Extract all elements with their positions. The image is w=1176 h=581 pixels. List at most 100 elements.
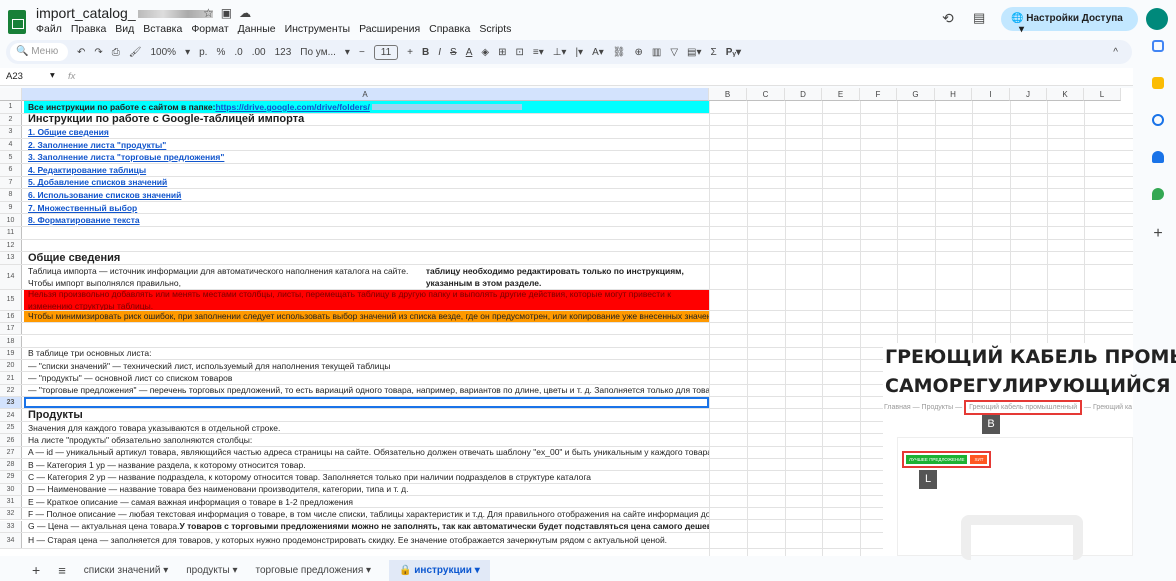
cell-a8[interactable]: 6. Использование списков значений <box>24 189 709 201</box>
increase-decimal-button[interactable]: .00 <box>252 47 266 58</box>
zoom-select[interactable]: 100% <box>150 47 176 58</box>
cell-a13[interactable]: Общие сведения <box>24 252 709 264</box>
row-header[interactable]: 30 <box>0 483 22 495</box>
cell-a22[interactable]: — "торговые предложения" — перечень торг… <box>24 385 709 396</box>
fill-color-icon[interactable]: ◈ <box>481 47 489 58</box>
comment-icon[interactable]: ⊕ <box>634 47 642 58</box>
toc-link[interactable]: 4. Редактирование таблицы <box>28 165 146 175</box>
cell-a21[interactable]: — "продукты" — основной лист со списком … <box>24 372 709 383</box>
cloud-icon[interactable]: ☁ <box>239 6 258 20</box>
percent-button[interactable]: % <box>216 47 225 58</box>
font-size-decrease[interactable]: − <box>359 47 365 58</box>
cell-a16[interactable]: Чтобы минимизировать риск ошибок, при за… <box>24 310 709 323</box>
row-header[interactable]: 23 <box>0 397 22 409</box>
keep-icon[interactable] <box>1152 77 1164 89</box>
menu-insert[interactable]: Вставка <box>143 23 182 35</box>
cell-a4[interactable]: 2. Заполнение листа "продукты" <box>24 139 709 151</box>
merge-icon[interactable]: ⊡ <box>515 47 523 58</box>
sheet-tab-instructions[interactable]: 🔒 инструкции ▾ <box>389 559 490 581</box>
cell-a5[interactable]: 3. Заполнение листа "торговые предложени… <box>24 151 709 163</box>
undo-icon[interactable]: ↶ <box>77 47 85 58</box>
menu-tools[interactable]: Инструменты <box>285 23 350 35</box>
calendar-icon[interactable] <box>1152 40 1164 52</box>
contacts-icon[interactable] <box>1152 151 1164 163</box>
cell-a29[interactable]: C — Категория 2 ур — название подраздела… <box>24 471 709 482</box>
row-header[interactable]: 13 <box>0 252 22 264</box>
align-icon[interactable]: ≡▾ <box>533 47 544 58</box>
row-header[interactable]: 6 <box>0 164 22 176</box>
row-header[interactable]: 10 <box>0 214 22 226</box>
cell-a27[interactable]: A — id — уникальный артикул товара, явля… <box>24 447 709 458</box>
row-header[interactable]: 1 <box>0 101 22 113</box>
redo-icon[interactable]: ↷ <box>94 47 102 58</box>
menu-search[interactable]: 🔍 Меню <box>10 43 68 61</box>
row-header[interactable]: 26 <box>0 434 22 446</box>
menu-help[interactable]: Справка <box>429 23 470 35</box>
wrap-icon[interactable]: |▾ <box>575 47 583 58</box>
strikethrough-icon[interactable]: S <box>450 47 457 58</box>
row-header[interactable]: 25 <box>0 422 22 434</box>
row-header[interactable]: 28 <box>0 459 22 471</box>
row-header[interactable]: 29 <box>0 471 22 483</box>
filter-views-icon[interactable]: ▤▾ <box>687 47 701 58</box>
cell-a20[interactable]: — "списки значений" — технический лист, … <box>24 360 709 371</box>
toc-link[interactable]: 1. Общие сведения <box>28 127 109 137</box>
sheet-tab-offers[interactable]: торговые предложения ▾ <box>255 565 371 576</box>
chevron-down-icon[interactable]: ▾ <box>50 70 55 81</box>
cell-a26[interactable]: На листе "продукты" обязательно заполняю… <box>24 434 709 445</box>
add-addon-icon[interactable]: + <box>1140 225 1176 243</box>
sheet-tab-lists[interactable]: списки значений ▾ <box>84 565 168 576</box>
cell-a17[interactable] <box>24 323 709 334</box>
cell-a1[interactable]: Все инструкции по работе с сайтом в папк… <box>24 101 709 113</box>
cell-a9[interactable]: 7. Множественный выбор <box>24 202 709 214</box>
row-header[interactable]: 20 <box>0 360 22 372</box>
row-header[interactable]: 31 <box>0 495 22 508</box>
row-header[interactable]: 4 <box>0 138 22 151</box>
cell-a18[interactable] <box>24 336 709 347</box>
cell-a10[interactable]: 8. Форматирование текста <box>24 214 709 226</box>
menu-data[interactable]: Данные <box>238 23 276 35</box>
cell-a25[interactable]: Значения для каждого товара указываются … <box>24 422 709 433</box>
collapse-toolbar-icon[interactable]: ^ <box>1113 47 1118 58</box>
name-box[interactable]: A23 <box>6 71 23 82</box>
column-header-i[interactable]: I <box>972 88 1010 101</box>
cell-a11[interactable] <box>24 227 709 239</box>
italic-button[interactable]: I <box>438 47 441 58</box>
bold-button[interactable]: B <box>422 47 429 58</box>
tasks-icon[interactable] <box>1152 114 1164 126</box>
column-header-d[interactable]: D <box>785 88 822 101</box>
row-header[interactable]: 12 <box>0 239 22 252</box>
menu-extensions[interactable]: Расширения <box>359 23 420 35</box>
row-header[interactable]: 24 <box>0 409 22 422</box>
column-header-j[interactable]: J <box>1010 88 1047 101</box>
maps-icon[interactable] <box>1152 188 1164 200</box>
row-header[interactable]: 9 <box>0 201 22 214</box>
cell-a3[interactable]: 1. Общие сведения <box>24 126 709 138</box>
cell-a6[interactable]: 4. Редактирование таблицы <box>24 164 709 176</box>
number-format-button[interactable]: 123 <box>275 47 292 58</box>
toc-link[interactable]: 3. Заполнение листа "торговые предложени… <box>28 152 224 162</box>
row-header[interactable]: 32 <box>0 508 22 520</box>
currency-button[interactable]: р. <box>199 47 207 58</box>
add-sheet-icon[interactable]: + <box>32 562 40 578</box>
toc-link[interactable]: 6. Использование списков значений <box>28 190 181 200</box>
cell-a23[interactable] <box>24 397 709 409</box>
row-header[interactable]: 16 <box>0 310 22 323</box>
row-header[interactable]: 27 <box>0 446 22 458</box>
column-header-a[interactable]: A <box>22 88 709 101</box>
toc-link[interactable]: 2. Заполнение листа "продукты" <box>28 140 166 150</box>
document-title[interactable]: import_catalog_ <box>36 5 213 21</box>
select-all-corner[interactable] <box>0 88 22 101</box>
cell-a15[interactable]: Нельзя произвольно добавлять или менять … <box>24 289 709 310</box>
menu-format[interactable]: Формат <box>191 23 228 35</box>
decrease-decimal-button[interactable]: .0 <box>234 47 242 58</box>
share-button[interactable]: 🌐 Настройки Доступа ▾ <box>1001 7 1138 35</box>
rotate-icon[interactable]: A▾ <box>592 47 604 58</box>
row-header[interactable]: 2 <box>0 113 22 126</box>
column-header-b[interactable]: B <box>709 88 747 101</box>
row-header[interactable]: 33 <box>0 520 22 532</box>
cell-a14[interactable]: Таблица импорта — источник информации дл… <box>24 265 709 289</box>
column-header-g[interactable]: G <box>897 88 935 101</box>
borders-icon[interactable]: ⊞ <box>498 47 506 58</box>
sheet-tab-products[interactable]: продукты ▾ <box>186 565 237 576</box>
